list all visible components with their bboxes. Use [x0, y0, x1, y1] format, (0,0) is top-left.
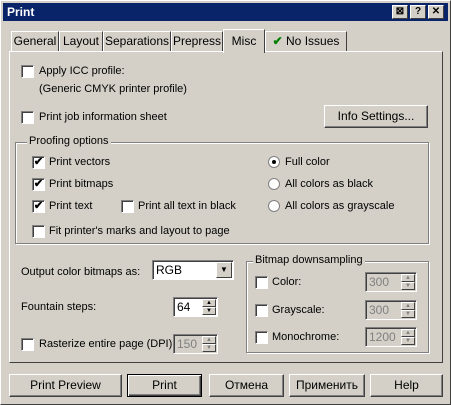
spin-up-icon[interactable]: ▲ — [401, 274, 415, 282]
spin-up-icon[interactable]: ▲ — [202, 299, 216, 307]
print-vectors-label: Print vectors — [49, 156, 111, 168]
print-dialog: Print ⊠ ? ✕ General Layout Separations P… — [0, 0, 451, 405]
color-downsample-checkbox[interactable] — [255, 276, 268, 289]
monochrome-downsample-input[interactable]: 1200 ▲ ▼ — [365, 327, 417, 347]
monochrome-downsample-label: Monochrome: — [272, 331, 340, 343]
help-title-button[interactable]: ? — [410, 5, 426, 19]
close-button[interactable]: ✕ — [428, 5, 444, 19]
fit-marks-checkbox[interactable] — [32, 225, 45, 238]
spin-up-icon[interactable]: ▲ — [202, 336, 216, 344]
all-text-black-checkbox[interactable] — [121, 200, 134, 213]
help-button[interactable]: Help — [370, 374, 443, 397]
output-bitmaps-value: RGB — [156, 263, 183, 277]
downsampling-title: Bitmap downsampling — [253, 254, 365, 266]
context-help-icon[interactable]: ⊠ — [392, 5, 408, 19]
print-bitmaps-label: Print bitmaps — [49, 178, 114, 190]
full-color-label: Full color — [285, 156, 330, 168]
tab-general[interactable]: General — [11, 31, 59, 51]
info-settings-button[interactable]: Info Settings... — [324, 105, 428, 128]
full-color-radio[interactable] — [268, 156, 280, 168]
job-info-label: Print job information sheet — [39, 111, 167, 123]
fit-marks-label: Fit printer's marks and layout to page — [49, 225, 230, 237]
rasterize-dpi-value: 150 — [177, 337, 198, 351]
color-downsample-label: Color: — [272, 276, 302, 288]
grayscale-downsample-checkbox[interactable] — [255, 304, 268, 317]
monochrome-downsample-value: 1200 — [369, 330, 396, 344]
spin-up-icon[interactable]: ▲ — [401, 329, 415, 337]
spin-down-icon[interactable]: ▼ — [401, 337, 415, 345]
icc-profile-name: (Generic CMYK printer profile) — [39, 83, 187, 95]
spin-down-icon[interactable]: ▼ — [202, 307, 216, 315]
print-button[interactable]: Print — [127, 374, 202, 397]
print-preview-button[interactable]: Print Preview — [9, 374, 122, 397]
tab-misc[interactable]: Misc — [223, 29, 265, 53]
apply-button[interactable]: Применить — [289, 374, 365, 397]
output-bitmaps-select[interactable]: RGB ▼ — [152, 260, 234, 280]
proofing-title: Proofing options — [27, 135, 111, 147]
checkmark-icon: ✔ — [272, 34, 283, 48]
all-black-radio[interactable] — [268, 178, 280, 190]
rasterize-label: Rasterize entire page (DPI): — [39, 338, 176, 350]
output-bitmaps-label: Output color bitmaps as: — [21, 266, 141, 278]
all-grayscale-radio[interactable] — [268, 200, 280, 212]
all-grayscale-label: All colors as grayscale — [285, 200, 395, 212]
grayscale-downsample-label: Grayscale: — [272, 304, 325, 316]
spin-down-icon[interactable]: ▼ — [401, 282, 415, 290]
window-title: Print — [7, 5, 35, 19]
spin-down-icon[interactable]: ▼ — [202, 344, 216, 352]
all-text-black-label: Print all text in black — [138, 200, 236, 212]
job-info-checkbox[interactable] — [21, 111, 34, 124]
apply-icc-checkbox[interactable] — [21, 65, 34, 78]
spin-down-icon[interactable]: ▼ — [401, 310, 415, 318]
fountain-steps-value: 64 — [177, 300, 191, 314]
fountain-steps-label: Fountain steps: — [21, 301, 97, 313]
cancel-button[interactable]: Отмена — [209, 374, 284, 397]
print-bitmaps-checkbox[interactable]: ✔ — [32, 178, 45, 191]
chevron-down-icon[interactable]: ▼ — [216, 262, 232, 278]
all-black-label: All colors as black — [285, 178, 374, 190]
rasterize-checkbox[interactable] — [21, 338, 34, 351]
apply-icc-label: Apply ICC profile: — [39, 65, 125, 77]
rasterize-dpi-input[interactable]: 150 ▲ ▼ — [173, 334, 218, 354]
color-downsample-value: 300 — [369, 275, 390, 289]
print-text-checkbox[interactable]: ✔ — [32, 200, 45, 213]
print-vectors-checkbox[interactable]: ✔ — [32, 156, 45, 169]
print-text-label: Print text — [49, 200, 93, 212]
spin-up-icon[interactable]: ▲ — [401, 302, 415, 310]
grayscale-downsample-input[interactable]: 300 ▲ ▼ — [365, 300, 417, 320]
tab-no-issues[interactable]: ✔ No Issues — [265, 31, 347, 51]
grayscale-downsample-value: 300 — [369, 303, 390, 317]
tab-layout[interactable]: Layout — [59, 31, 103, 51]
tab-prepress[interactable]: Prepress — [171, 31, 223, 51]
tab-no-issues-label: No Issues — [286, 34, 340, 48]
monochrome-downsample-checkbox[interactable] — [255, 331, 268, 344]
tab-separations[interactable]: Separations — [103, 31, 171, 51]
color-downsample-input[interactable]: 300 ▲ ▼ — [365, 272, 417, 292]
title-bar: Print ⊠ ? ✕ — [3, 3, 448, 21]
fountain-steps-input[interactable]: 64 ▲ ▼ — [173, 297, 218, 317]
